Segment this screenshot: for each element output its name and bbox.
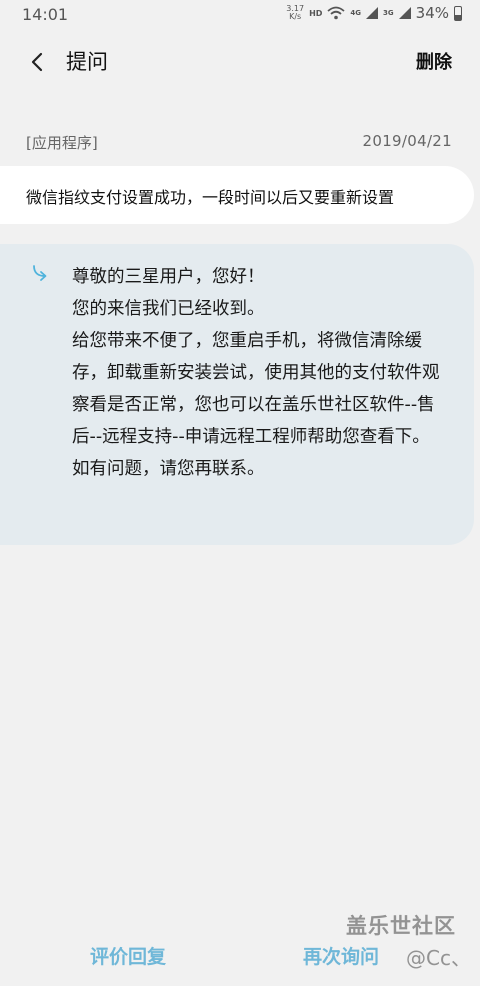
- status-icons: 3.17 K/s HD 4G 3G 34%: [286, 4, 462, 22]
- reply-arrow-icon: [33, 265, 47, 281]
- signal-icon: [398, 7, 411, 19]
- question-bubble: 微信指纹支付设置成功，一段时间以后又要重新设置: [0, 166, 474, 224]
- battery-percent: 34%: [415, 4, 449, 22]
- rate-reply-button[interactable]: 评价回复: [90, 942, 166, 969]
- wifi-icon: [327, 6, 345, 20]
- app-header: 提问 删除: [0, 40, 480, 84]
- network-speed: 3.17 K/s: [286, 4, 305, 21]
- page-title: 提问: [66, 50, 108, 74]
- status-time: 14:01: [22, 5, 69, 24]
- battery-icon: [454, 5, 462, 21]
- network-type-1: 4G: [350, 9, 362, 17]
- question-text: 微信指纹支付设置成功，一段时间以后又要重新设置: [26, 188, 395, 207]
- hd-indicator: HD: [309, 8, 323, 18]
- signal-icon: [366, 7, 379, 19]
- back-button[interactable]: [24, 48, 52, 76]
- answer-text: 尊敬的三星用户，您好！ 您的来信我们已经收到。 给您带来不便了，您重启手机，将微…: [72, 267, 440, 479]
- chevron-left-icon: [31, 52, 43, 72]
- watermark-logo: 盖乐世社区: [346, 914, 456, 938]
- status-bar: 14:01 3.17 K/s HD 4G 3G 34%: [0, 0, 480, 30]
- question-meta: [应用程序] 2019/04/21: [26, 132, 452, 156]
- question-date: 2019/04/21: [362, 132, 452, 150]
- question-category: [应用程序]: [26, 134, 98, 152]
- delete-button[interactable]: 删除: [416, 48, 452, 74]
- answer-card: 尊敬的三星用户，您好！ 您的来信我们已经收到。 给您带来不便了，您重启手机，将微…: [0, 244, 474, 545]
- ask-again-button[interactable]: 再次询问: [303, 942, 379, 969]
- watermark-user: @Cc、: [406, 946, 471, 970]
- network-type-2: 3G: [383, 9, 394, 17]
